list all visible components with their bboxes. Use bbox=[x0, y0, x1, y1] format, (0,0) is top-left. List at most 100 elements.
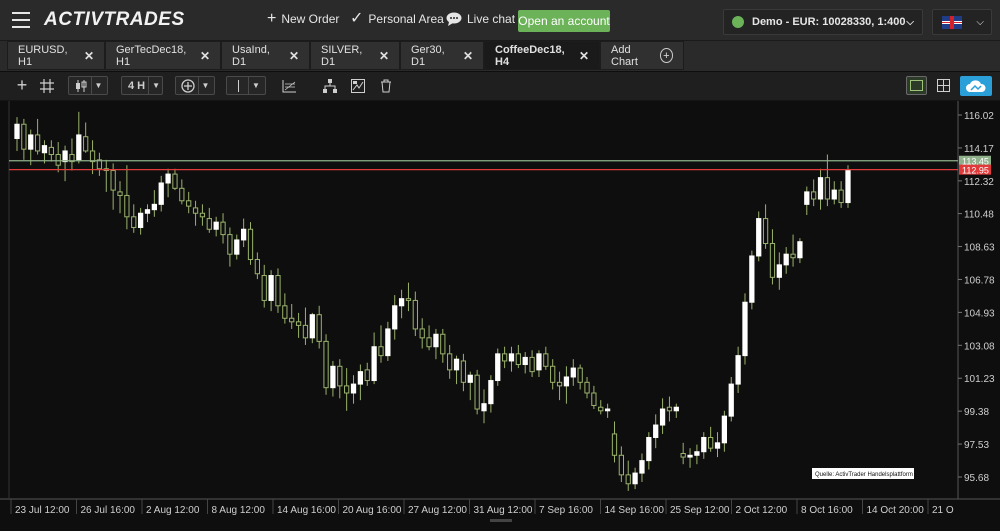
candle-body-down bbox=[618, 454, 624, 476]
tab-label: GerTecDec18, H1 bbox=[116, 43, 187, 68]
x-tick-label: 21 O bbox=[932, 505, 954, 516]
candle-body-up bbox=[392, 305, 398, 330]
candle-body-up bbox=[14, 123, 20, 139]
cloud-icon[interactable] bbox=[960, 76, 992, 96]
tab-usaind[interactable]: UsaInd, D1 ✕ bbox=[221, 41, 310, 70]
candle-body-up bbox=[632, 472, 638, 485]
tab-label: UsaInd, D1 bbox=[232, 43, 270, 68]
candle-body-down bbox=[131, 216, 137, 228]
close-icon[interactable]: ✕ bbox=[579, 49, 589, 63]
fibonacci-icon[interactable] bbox=[279, 76, 299, 95]
price-label: 112.95 bbox=[962, 166, 989, 176]
activtrades-logo: ACTIVTRADES bbox=[44, 9, 185, 30]
candle-body-down bbox=[474, 374, 480, 410]
tab-label: EURUSD, H1 bbox=[18, 43, 68, 68]
tab-eurusd[interactable]: EURUSD, H1 ✕ bbox=[7, 41, 105, 70]
y-tick-label: 95.68 bbox=[964, 473, 989, 484]
x-tick-label: 14 Aug 16:00 bbox=[277, 505, 336, 516]
account-label: Demo - EUR: 10028330, 1:400 bbox=[752, 16, 906, 28]
y-tick-label: 101.23 bbox=[964, 374, 995, 385]
grid-icon[interactable] bbox=[37, 76, 57, 95]
menu-icon[interactable] bbox=[12, 12, 30, 28]
candlestick-chart[interactable]: 113.45112.95 116.02114.17112.32110.48108… bbox=[0, 101, 1000, 526]
multi-layout-icon[interactable] bbox=[934, 76, 952, 95]
single-layout-icon[interactable] bbox=[906, 76, 927, 95]
x-tick-label: 25 Sep 12:00 bbox=[670, 505, 730, 516]
candle-body-down bbox=[199, 212, 206, 218]
y-tick-label: 116.02 bbox=[964, 111, 994, 122]
x-tick-label: 8 Aug 12:00 bbox=[212, 505, 266, 516]
x-tick-label: 27 Aug 12:00 bbox=[408, 505, 467, 516]
candle-body-up bbox=[831, 189, 837, 200]
timeframe-selector[interactable]: 4 H ▼ bbox=[121, 76, 163, 95]
candle-body-up bbox=[570, 367, 576, 378]
candle-body-up bbox=[41, 145, 48, 154]
add-indicator-selector[interactable]: ▼ bbox=[175, 76, 215, 95]
candle bbox=[474, 369, 480, 415]
candle bbox=[845, 165, 851, 208]
candle-body-down bbox=[529, 356, 535, 373]
live-chat-button[interactable]: Live chat bbox=[446, 12, 515, 26]
candle-body-up bbox=[756, 218, 762, 257]
candle-body-up bbox=[137, 212, 144, 228]
close-icon[interactable]: ✕ bbox=[463, 49, 473, 63]
candle-body-down bbox=[227, 234, 233, 255]
new-order-button[interactable]: + New Order bbox=[267, 10, 339, 27]
tab-gertecdec18[interactable]: GerTecDec18, H1 ✕ bbox=[105, 41, 221, 70]
x-tick-label: 14 Sep 16:00 bbox=[605, 505, 665, 516]
tab-coffeedec18[interactable]: CoffeeDec18, H4 ✕ bbox=[484, 41, 600, 70]
candle-body-down bbox=[192, 207, 199, 214]
candle-body-down bbox=[48, 146, 54, 156]
candle-body-down bbox=[577, 367, 583, 383]
candle-body-up bbox=[536, 353, 542, 371]
candle-body-up bbox=[144, 209, 151, 214]
candle-body-down bbox=[708, 436, 714, 449]
tab-silver[interactable]: SILVER, D1 ✕ bbox=[310, 41, 400, 70]
candle-body-down bbox=[34, 134, 41, 152]
candle-body-up bbox=[62, 150, 68, 163]
crosshair-icon[interactable]: + bbox=[12, 75, 32, 95]
plus-icon: + bbox=[267, 10, 277, 27]
account-selector[interactable]: Demo - EUR: 10028330, 1:400 ⌵ bbox=[723, 9, 923, 35]
tab-ger30[interactable]: Ger30, D1 ✕ bbox=[400, 41, 484, 70]
candle-body-up bbox=[495, 353, 501, 382]
candle-body-down bbox=[21, 123, 27, 150]
network-icon[interactable] bbox=[320, 76, 340, 95]
x-tick-label: 23 Jul 12:00 bbox=[15, 505, 70, 516]
candle-body-up bbox=[309, 314, 315, 339]
close-icon[interactable]: ✕ bbox=[200, 49, 210, 63]
candle-body-down bbox=[611, 433, 618, 456]
x-tick-label: 2 Oct 12:00 bbox=[736, 505, 788, 516]
live-chat-label: Live chat bbox=[467, 12, 516, 26]
candle-body-up bbox=[714, 442, 721, 449]
scroll-handle[interactable] bbox=[490, 519, 512, 522]
candle-body-up bbox=[783, 253, 789, 266]
template-icon[interactable] bbox=[348, 76, 368, 95]
language-selector[interactable]: ⌵ bbox=[932, 9, 992, 35]
candle-body-up bbox=[241, 228, 247, 241]
candle-body-down bbox=[275, 275, 281, 307]
candle-body-down bbox=[625, 474, 631, 485]
candle-body-up bbox=[522, 356, 528, 366]
open-account-button[interactable]: Open an account bbox=[518, 10, 610, 32]
close-icon[interactable]: ✕ bbox=[84, 49, 94, 63]
chart-area[interactable]: 113.45 112.95 116.02 114.17 112.32 110.48 108… bbox=[0, 101, 1000, 526]
x-tick-label: 8 Oct 16:00 bbox=[801, 505, 853, 516]
trash-icon[interactable] bbox=[376, 76, 396, 95]
candle-body-up bbox=[659, 408, 666, 426]
candle-body-down bbox=[337, 365, 343, 387]
candle-body-down bbox=[584, 381, 590, 394]
chart-toolbar: + ▼ 4 H ▼ ▼ ▼ bbox=[0, 72, 1000, 101]
candle-body-down bbox=[666, 406, 673, 412]
candle-body-up bbox=[76, 134, 82, 161]
add-chart-button[interactable]: Add Chart + bbox=[600, 41, 684, 70]
chart-type-selector[interactable]: ▼ bbox=[68, 76, 108, 95]
close-icon[interactable]: ✕ bbox=[379, 49, 389, 63]
add-chart-label: Add Chart bbox=[611, 43, 638, 68]
candle-body-down bbox=[247, 228, 254, 261]
candle-body-up bbox=[357, 371, 364, 385]
drawing-tool-selector[interactable]: ▼ bbox=[226, 76, 266, 95]
close-icon[interactable]: ✕ bbox=[289, 49, 299, 63]
chat-bubble-icon bbox=[446, 12, 462, 26]
personal-area-button[interactable]: ✓ Personal Area bbox=[350, 11, 444, 27]
